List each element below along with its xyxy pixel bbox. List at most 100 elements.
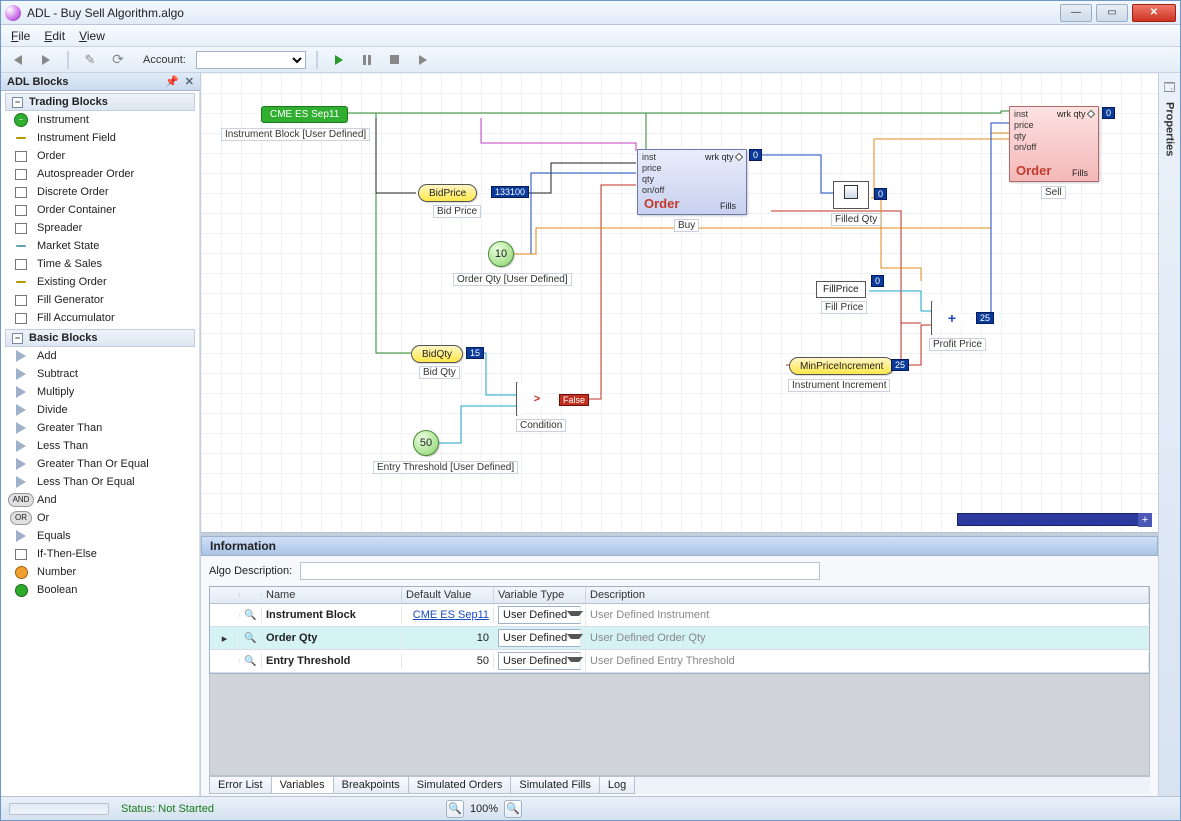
sidebar-item-lte[interactable]: Less Than Or Equal (1, 473, 199, 491)
status-text: Status: Not Started (121, 803, 214, 815)
tab-log[interactable]: Log (599, 777, 635, 794)
nav-forward-button[interactable] (35, 50, 57, 70)
tab-variables[interactable]: Variables (271, 777, 334, 794)
vtype-select[interactable]: User Defined (498, 606, 581, 624)
sidebar-item-boolean[interactable]: Boolean (1, 581, 199, 599)
node-min-price-inc[interactable]: MinPriceIncrement (789, 357, 894, 375)
sidebar-body[interactable]: −Trading Blocks ⎯Instrument Instrument F… (1, 91, 200, 796)
sidebar-item-fill-generator[interactable]: Fill Generator (1, 291, 199, 309)
properties-label: Properties (1164, 102, 1176, 156)
variables-table[interactable]: Name Default Value Variable Type Descrip… (209, 586, 1150, 674)
caption-bidprice: Bid Price (433, 205, 481, 218)
sidebar-item-and[interactable]: ANDAnd (1, 491, 199, 509)
maximize-button[interactable]: ▭ (1096, 4, 1128, 22)
sidebar-item-gte[interactable]: Greater Than Or Equal (1, 455, 199, 473)
node-condition[interactable]: > (516, 382, 558, 416)
sidebar-item-fill-accumulator[interactable]: Fill Accumulator (1, 309, 199, 327)
sidebar-item-market-state[interactable]: Market State (1, 237, 199, 255)
col-default[interactable]: Default Value (402, 587, 494, 603)
refresh-button[interactable] (107, 50, 129, 70)
run-button[interactable] (328, 50, 350, 70)
tab-error-list[interactable]: Error List (209, 777, 272, 794)
tab-simulated-orders[interactable]: Simulated Orders (408, 777, 512, 794)
caption-profit-price: Profit Price (929, 338, 986, 351)
sidebar-item-spreader[interactable]: Spreader (1, 219, 199, 237)
sidebar-item-multiply[interactable]: Multiply (1, 383, 199, 401)
sidebar-title-text: ADL Blocks (7, 76, 69, 88)
menu-view[interactable]: View (79, 29, 105, 43)
binoculars-icon[interactable] (240, 653, 262, 669)
canvas[interactable]: CME ES Sep11 Instrument Block [User Defi… (201, 73, 1158, 533)
zoom-out-button[interactable]: 🔍 (446, 800, 464, 818)
close-button[interactable]: ✕ (1132, 4, 1176, 22)
group-trading[interactable]: −Trading Blocks (5, 93, 195, 111)
sidebar-item-gt[interactable]: Greater Than (1, 419, 199, 437)
node-fill-price[interactable]: FillPrice (816, 281, 866, 298)
caption-bidqty: Bid Qty (419, 366, 460, 379)
tab-simulated-fills[interactable]: Simulated Fills (510, 777, 600, 794)
caption-entry-threshold: Entry Threshold [User Defined] (373, 461, 518, 474)
toolbar: Account: (1, 47, 1180, 73)
sidebar-item-add[interactable]: Add (1, 347, 199, 365)
caption-order-qty: Order Qty [User Defined] (453, 273, 572, 286)
sidebar-item-instrument-field[interactable]: Instrument Field (1, 129, 199, 147)
sidebar-item-ite[interactable]: If-Then-Else (1, 545, 199, 563)
node-filled-qty[interactable] (833, 181, 869, 209)
sidebar-item-existing-order[interactable]: Existing Order (1, 273, 199, 291)
node-order-sell[interactable]: inst price qty on/off wrk qty Order Fill… (1009, 106, 1099, 182)
sidebar-item-order-container[interactable]: Order Container (1, 201, 199, 219)
minimize-button[interactable]: — (1060, 4, 1092, 22)
binoculars-icon[interactable] (240, 607, 262, 623)
stop-button[interactable] (384, 50, 406, 70)
sidebar-item-or[interactable]: OROr (1, 509, 199, 527)
algo-desc-input[interactable] (300, 562, 820, 580)
col-vtype[interactable]: Variable Type (494, 587, 586, 603)
caption-filled-qty: Filled Qty (831, 213, 881, 226)
sidebar-item-instrument[interactable]: ⎯Instrument (1, 111, 199, 129)
pin-icon[interactable]: 📌 (165, 75, 179, 88)
sidebar-item-lt[interactable]: Less Than (1, 437, 199, 455)
node-order-qty[interactable]: 10 (488, 241, 514, 267)
minimap-expand-icon[interactable]: + (1138, 513, 1152, 527)
table-row[interactable]: Entry Threshold 50 User Defined User Def… (210, 650, 1149, 673)
col-desc[interactable]: Description (586, 587, 1149, 603)
sidebar-item-time-sales[interactable]: Time & Sales (1, 255, 199, 273)
tab-breakpoints[interactable]: Breakpoints (333, 777, 409, 794)
node-entry-threshold[interactable]: 50 (413, 430, 439, 456)
sidebar-item-number[interactable]: Number (1, 563, 199, 581)
binoculars-icon[interactable] (240, 630, 262, 646)
sidebar-item-subtract[interactable]: Subtract (1, 365, 199, 383)
order-sell-fills: Fills (1072, 168, 1088, 178)
order-buy-wrk-label: wrk qty (705, 152, 734, 162)
edit-button[interactable] (79, 50, 101, 70)
account-select[interactable] (196, 51, 306, 69)
properties-rail[interactable]: 🗔 Properties (1158, 73, 1180, 796)
pause-button[interactable] (356, 50, 378, 70)
node-profit-price[interactable]: + (931, 301, 973, 335)
menu-edit[interactable]: Edit (44, 29, 65, 43)
node-bidprice[interactable]: BidPrice (418, 184, 477, 202)
table-row[interactable]: Instrument Block CME ES Sep11 User Defin… (210, 604, 1149, 627)
node-instrument[interactable]: CME ES Sep11 (261, 106, 348, 123)
close-panel-icon[interactable]: ✕ (185, 75, 194, 88)
badge-filled-qty: 0 (874, 188, 887, 200)
sidebar-item-order[interactable]: Order (1, 147, 199, 165)
sidebar-item-autospreader[interactable]: Autospreader Order (1, 165, 199, 183)
node-order-buy[interactable]: inst price qty on/off wrk qty Order Fill… (637, 149, 747, 215)
sidebar-item-discrete-order[interactable]: Discrete Order (1, 183, 199, 201)
nav-back-button[interactable] (7, 50, 29, 70)
group-basic[interactable]: −Basic Blocks (5, 329, 195, 347)
zoom-in-button[interactable]: 🔍 (504, 800, 522, 818)
sidebar-item-divide[interactable]: Divide (1, 401, 199, 419)
menubar: File Edit View (1, 25, 1180, 47)
vtype-select[interactable]: User Defined (498, 629, 581, 647)
vtype-select[interactable]: User Defined (498, 652, 581, 670)
node-bidqty[interactable]: BidQty (411, 345, 463, 363)
properties-icon: 🗔 (1164, 79, 1176, 98)
sidebar-item-equals[interactable]: Equals (1, 527, 199, 545)
table-row[interactable]: ▸ Order Qty 10 User Defined User Defined… (210, 627, 1149, 650)
col-name[interactable]: Name (262, 587, 402, 603)
step-button[interactable] (412, 50, 434, 70)
canvas-minimap[interactable]: + (957, 513, 1152, 526)
menu-file[interactable]: File (11, 29, 30, 43)
